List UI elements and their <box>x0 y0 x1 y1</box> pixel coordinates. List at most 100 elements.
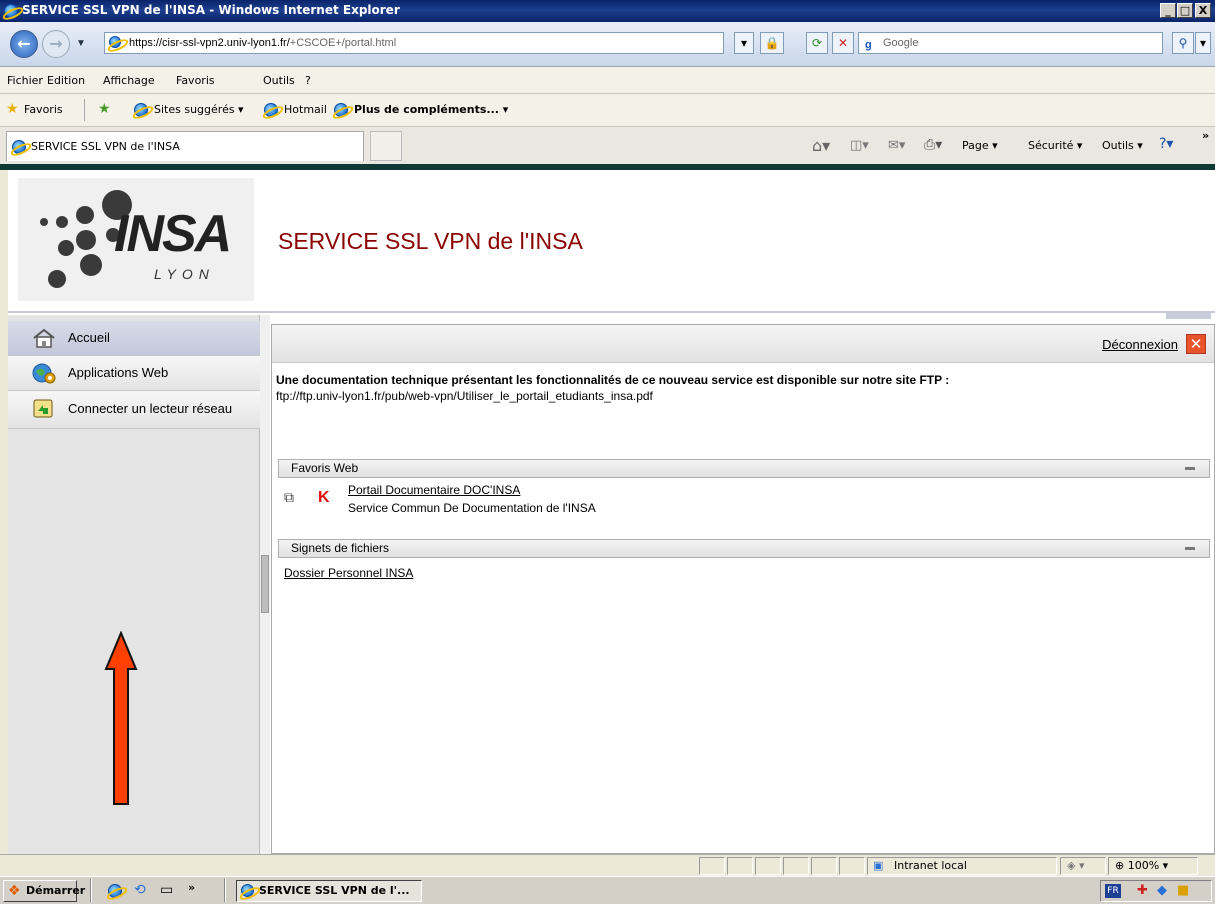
red-arrow-annotation <box>104 631 138 805</box>
menu-affichage[interactable]: Affichage <box>103 74 155 87</box>
file-bookmarks-header[interactable]: Signets de fichiers <box>278 539 1210 558</box>
divider <box>224 878 226 902</box>
web-bookmarks-header[interactable]: Favoris Web <box>278 459 1210 478</box>
menu-edition[interactable]: Edition <box>47 74 85 87</box>
lock-icon[interactable]: 🔒 <box>760 32 784 54</box>
protected-mode-icon[interactable]: ◈ ▾ <box>1060 857 1106 875</box>
ie-small-icon <box>134 103 148 117</box>
tray-shield-icon[interactable]: ◆ <box>1157 883 1167 898</box>
history-dropdown-icon[interactable]: ▼ <box>76 38 86 49</box>
zoom-icon: ⊕ <box>1115 859 1125 872</box>
search-dropdown-icon[interactable]: ▾ <box>1195 32 1211 54</box>
chevron-more-icon[interactable]: » <box>1202 129 1209 142</box>
k-bookmark-icon: K <box>318 489 330 506</box>
ie-small-icon <box>334 103 348 117</box>
bookmark-description: Service Commun De Documentation de l'INS… <box>348 501 596 515</box>
add-favorite-icon[interactable]: ★ <box>98 101 111 117</box>
splitter-grip[interactable] <box>261 555 269 613</box>
divider <box>90 878 92 902</box>
language-indicator[interactable]: FR <box>1105 884 1121 898</box>
favorites-button[interactable]: Favoris <box>24 103 63 116</box>
status-cell <box>699 857 725 875</box>
quicklaunch-ie-icon[interactable] <box>108 884 122 898</box>
taskbar-window-button[interactable]: SERVICE SSL VPN de l'... <box>236 880 422 902</box>
collapse-header-handle[interactable] <box>1166 313 1211 319</box>
url-path: +CSCOE+/portal.html <box>289 37 397 49</box>
hotmail-link[interactable]: Hotmail <box>284 103 327 116</box>
tray-lock-icon[interactable]: ■ <box>1177 883 1189 898</box>
web-page: INSA LYON SERVICE SSL VPN de l'INSA Accu… <box>8 170 1215 854</box>
suggested-sites-link[interactable]: Sites suggérés ▾ <box>154 103 244 116</box>
logo-word: INSA <box>114 205 232 263</box>
portal-header: INSA LYON SERVICE SSL VPN de l'INSA <box>8 170 1215 313</box>
minimize-button[interactable]: _ <box>1160 3 1176 18</box>
security-menu[interactable]: Sécurité ▾ <box>1028 139 1082 152</box>
ie-icon <box>4 4 18 18</box>
forward-button[interactable]: → <box>42 30 70 58</box>
mail-icon[interactable]: ✉▾ <box>888 138 905 153</box>
zone-label: Intranet local <box>894 859 967 872</box>
help-icon[interactable]: ?▾ <box>1159 136 1173 152</box>
bookmark-link-docinsa[interactable]: Portail Documentaire DOC'INSA <box>348 483 520 497</box>
favorites-star-icon: ★ <box>6 101 19 117</box>
logout-link[interactable]: Déconnexion <box>1102 337 1178 352</box>
zoom-control[interactable]: ⊕ 100% ▾ <box>1108 857 1198 875</box>
logout-close-icon[interactable]: ✕ <box>1186 334 1206 354</box>
tools-menu[interactable]: Outils ▾ <box>1102 139 1143 152</box>
stop-icon[interactable]: ✕ <box>832 32 854 54</box>
tab-current[interactable]: SERVICE SSL VPN de l'INSA <box>6 131 364 161</box>
tab-bar: SERVICE SSL VPN de l'INSA ⌂▾ ◫▾ ✉▾ ⎙▾ Pa… <box>0 127 1215 164</box>
new-tab-button[interactable] <box>370 131 402 161</box>
tab-ie-icon <box>12 140 26 154</box>
sidebar-item-applications-web[interactable]: Applications Web <box>8 356 260 391</box>
quicklaunch-desktop-icon[interactable]: ▭ <box>160 882 173 898</box>
home-icon[interactable]: ⌂▾ <box>812 136 830 155</box>
quicklaunch-explorer-icon[interactable]: ⟲ <box>134 882 146 898</box>
sidebar-item-accueil[interactable]: Accueil <box>8 321 260 356</box>
globe-gear-icon <box>32 363 56 384</box>
more-addons-link[interactable]: Plus de compléments... ▾ <box>354 103 508 116</box>
menu-fichier[interactable]: Fichier <box>7 74 43 87</box>
zoom-level: 100% <box>1127 859 1160 872</box>
refresh-icon[interactable]: ⟳ <box>806 32 828 54</box>
menu-favoris[interactable]: Favoris <box>176 74 215 87</box>
status-cell <box>811 857 837 875</box>
page-icon <box>109 36 121 48</box>
tray-network-icon[interactable]: ✚ <box>1137 883 1148 898</box>
chevron-more-icon[interactable]: » <box>188 881 195 894</box>
taskbar-window-label: SERVICE SSL VPN de l'... <box>259 884 410 897</box>
search-input[interactable]: g Google <box>858 32 1163 54</box>
page-title: SERVICE SSL VPN de l'INSA <box>278 228 583 254</box>
status-cell <box>727 857 753 875</box>
close-window-button[interactable]: X <box>1195 3 1211 18</box>
start-label: Démarrer <box>26 884 86 897</box>
bookmark-link-personal-folder[interactable]: Dossier Personnel INSA <box>284 566 413 580</box>
address-bar[interactable]: https://cisr-ssl-vpn2.univ-lyon1.fr/+CSC… <box>104 32 724 54</box>
menu-help[interactable]: ? <box>305 74 311 87</box>
page-menu[interactable]: Page ▾ <box>962 139 998 152</box>
intranet-icon: ▣ <box>873 859 884 872</box>
collapse-icon[interactable] <box>1185 547 1195 550</box>
windows-logo-icon: ❖ <box>8 883 21 899</box>
maximize-button[interactable]: □ <box>1177 3 1193 18</box>
print-icon[interactable]: ⎙▾ <box>924 137 942 153</box>
start-button[interactable]: ❖ Démarrer <box>3 880 85 902</box>
zoom-dropdown-icon: ▾ <box>1162 859 1169 872</box>
menu-outils[interactable]: Outils <box>263 74 295 87</box>
back-button[interactable]: ← <box>10 30 38 58</box>
security-zone[interactable]: ▣ Intranet local <box>867 857 1057 875</box>
status-cell <box>783 857 809 875</box>
window-title: SERVICE SSL VPN de l'INSA - Windows Inte… <box>22 3 400 17</box>
divider <box>84 99 85 121</box>
sidebar-splitter[interactable] <box>260 315 270 854</box>
favorites-bar: ★ Favoris ★ Sites suggérés ▾ Hotmail Plu… <box>0 94 1215 127</box>
logo-city: LYON <box>154 266 215 282</box>
system-tray: FR ✚ ◆ ■ <box>1100 880 1212 902</box>
sidebar-item-network-drive[interactable]: Connecter un lecteur réseau <box>8 391 260 429</box>
collapse-icon[interactable] <box>1185 467 1195 470</box>
tab-title: SERVICE SSL VPN de l'INSA <box>31 140 180 153</box>
window-titlebar[interactable]: SERVICE SSL VPN de l'INSA - Windows Inte… <box>0 0 1215 22</box>
feeds-icon[interactable]: ◫▾ <box>850 138 869 153</box>
search-icon[interactable]: ⚲ <box>1172 32 1194 54</box>
address-dropdown-icon[interactable]: ▾ <box>734 32 754 54</box>
